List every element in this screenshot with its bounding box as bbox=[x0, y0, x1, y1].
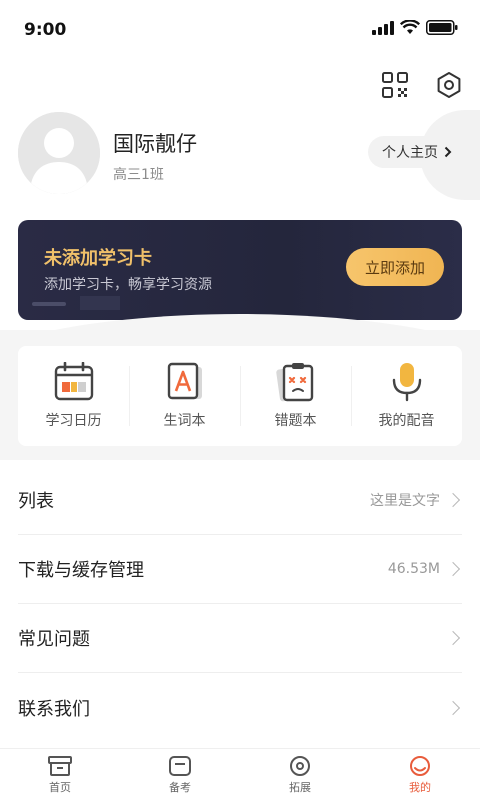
quick-actions-panel: 学习日历 生词本 错题本 我的配音 bbox=[18, 346, 462, 446]
qr-code-icon bbox=[382, 72, 408, 98]
word-book-icon bbox=[167, 362, 202, 400]
cache-size-value: 46.53M bbox=[387, 561, 440, 577]
settings-menu: 列表 这里是文字 下载与缓存管理 46.53M 常见问题 联系我们 bbox=[0, 466, 480, 742]
profile-icon bbox=[410, 755, 430, 776]
quick-label-mistake-book: 错题本 bbox=[274, 413, 317, 429]
quick-label-word-book: 生词本 bbox=[163, 413, 206, 429]
tab-label: 备考 bbox=[169, 780, 191, 794]
quick-label-my-dubbing: 我的配音 bbox=[378, 413, 435, 429]
profile-section: 国际靓仔 高三1班 个人主页 bbox=[18, 112, 466, 196]
signal-icon bbox=[372, 20, 394, 35]
curve-decoration bbox=[0, 314, 480, 344]
chevron-right-icon bbox=[445, 630, 461, 646]
tab-exam[interactable]: 备考 bbox=[120, 749, 240, 800]
quick-label-study-calendar: 学习日历 bbox=[45, 413, 102, 429]
top-actions bbox=[378, 68, 466, 102]
add-study-card-button[interactable]: 立即添加 bbox=[346, 248, 444, 286]
menu-item-download-cache[interactable]: 下载与缓存管理 46.53M bbox=[18, 535, 462, 604]
personal-homepage-button[interactable]: 个人主页 bbox=[368, 136, 466, 168]
quick-item-study-calendar[interactable]: 学习日历 bbox=[18, 346, 129, 446]
battery-icon bbox=[426, 20, 458, 35]
gear-icon bbox=[437, 72, 461, 98]
extend-icon bbox=[290, 755, 310, 776]
home-icon bbox=[48, 755, 72, 776]
profile-name: 国际靓仔 bbox=[113, 132, 197, 156]
menu-value: 这里是文字 bbox=[370, 493, 440, 509]
menu-right bbox=[445, 630, 462, 646]
menu-label: 列表 bbox=[18, 491, 54, 512]
chevron-right-icon bbox=[445, 561, 461, 577]
chevron-right-icon bbox=[444, 146, 452, 158]
menu-label: 联系我们 bbox=[18, 698, 90, 720]
status-bar: 9:00 bbox=[0, 0, 480, 58]
chevron-right-icon bbox=[445, 700, 461, 715]
study-card-subtitle: 添加学习卡，畅享学习资源 bbox=[44, 277, 212, 293]
status-time: 9:00 bbox=[24, 20, 67, 40]
default-avatar-icon bbox=[18, 112, 100, 194]
tab-label: 我的 bbox=[409, 780, 431, 794]
study-card-title: 未添加学习卡 bbox=[44, 248, 152, 269]
calendar-icon bbox=[54, 362, 93, 401]
tab-label: 首页 bbox=[49, 780, 71, 794]
quick-item-word-book[interactable]: 生词本 bbox=[129, 346, 240, 446]
bottom-tab-bar: 首页 备考 拓展 我的 bbox=[0, 748, 480, 800]
menu-right bbox=[445, 700, 462, 715]
microphone-icon bbox=[392, 363, 421, 402]
mistake-book-icon bbox=[275, 363, 313, 402]
qr-code-button[interactable] bbox=[378, 68, 412, 102]
menu-label: 下载与缓存管理 bbox=[18, 560, 144, 581]
tab-home[interactable]: 首页 bbox=[0, 749, 120, 800]
menu-item-list[interactable]: 列表 这里是文字 bbox=[18, 466, 462, 535]
tab-extend[interactable]: 拓展 bbox=[240, 749, 360, 800]
profile-class: 高三1班 bbox=[113, 167, 164, 183]
avatar[interactable] bbox=[18, 112, 100, 194]
menu-right: 46.53M bbox=[388, 561, 462, 577]
menu-item-faq[interactable]: 常见问题 bbox=[18, 604, 462, 673]
tab-profile[interactable]: 我的 bbox=[360, 749, 480, 800]
exam-icon bbox=[169, 755, 191, 776]
quick-item-mistake-book[interactable]: 错题本 bbox=[240, 346, 351, 446]
quick-item-my-dubbing[interactable]: 我的配音 bbox=[351, 346, 462, 446]
menu-right: 这里是文字 bbox=[370, 490, 462, 510]
chevron-right-icon bbox=[445, 492, 461, 508]
status-icons bbox=[372, 20, 458, 35]
tab-label: 拓展 bbox=[289, 780, 311, 794]
personal-homepage-label: 个人主页 bbox=[382, 145, 438, 161]
menu-item-contact-us[interactable]: 联系我们 bbox=[18, 673, 462, 742]
wifi-icon bbox=[400, 20, 420, 34]
menu-label: 常见问题 bbox=[18, 629, 90, 650]
settings-button[interactable] bbox=[432, 68, 466, 102]
